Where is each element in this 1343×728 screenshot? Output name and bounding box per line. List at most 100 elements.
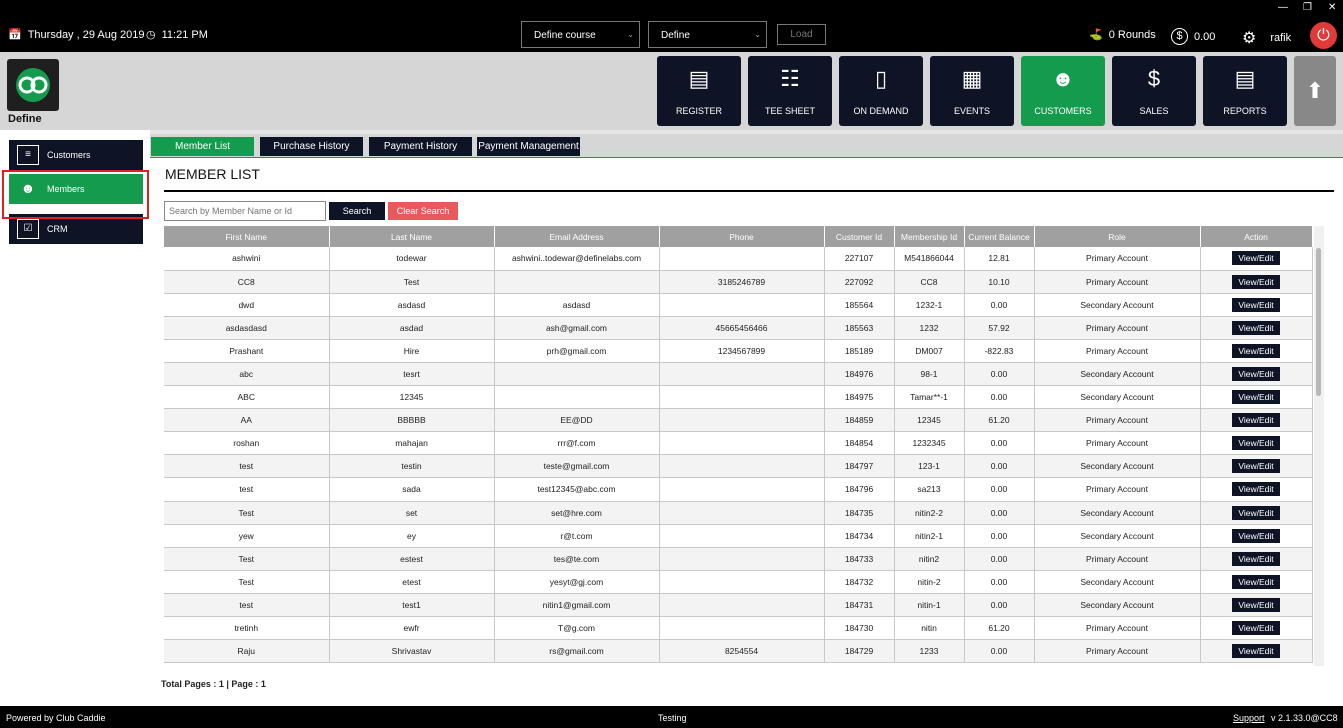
table-cell: 0.00: [964, 570, 1035, 594]
view-edit-button[interactable]: View/Edit: [1232, 597, 1280, 612]
action-cell: View/Edit: [1200, 501, 1313, 525]
table-cell: 0.00: [964, 362, 1035, 387]
power-icon[interactable]: ⏻: [1310, 22, 1337, 49]
view-edit-button[interactable]: View/Edit: [1232, 297, 1280, 312]
column-header[interactable]: Email Address: [494, 226, 660, 247]
footer: Powered by Club Caddie Testing Support v…: [0, 706, 1343, 728]
view-edit-button[interactable]: View/Edit: [1232, 644, 1280, 659]
view-edit-button[interactable]: View/Edit: [1232, 367, 1280, 382]
table-scrollbar[interactable]: [1314, 226, 1324, 666]
table-row[interactable]: abc tesrt 184976 98-1 0.00 Secondary Account V…: [164, 362, 1313, 387]
table-row[interactable]: tretinh ewfr T@g.com 184730 nitin 61.20 Primar…: [164, 616, 1313, 641]
view-edit-button[interactable]: View/Edit: [1232, 343, 1280, 358]
course-select[interactable]: Define course ⌄: [521, 21, 640, 48]
column-header[interactable]: Last Name: [329, 226, 495, 247]
table-row[interactable]: ashwini todewar ashwini..todewar@definelab…: [164, 247, 1313, 271]
table-row[interactable]: Test set set@hre.com 184735 nitin2-2 0.00 Seco…: [164, 501, 1313, 525]
nav-register[interactable]: ▤ REGISTER: [657, 56, 741, 126]
table-row[interactable]: Raju Shrivastav rs@gmail.com 8254554 184729 1…: [164, 639, 1313, 664]
minimize-icon[interactable]: —: [1278, 2, 1288, 13]
column-header[interactable]: Action: [1200, 226, 1313, 247]
table-cell: 184733: [824, 547, 895, 571]
search-input[interactable]: [164, 201, 326, 221]
view-edit-button[interactable]: View/Edit: [1232, 436, 1280, 451]
tab-payment-history[interactable]: Payment History: [369, 137, 472, 156]
tab-payment-management[interactable]: Payment Management: [477, 137, 580, 156]
table-cell: ashwini..todewar@definelabs.com: [494, 247, 660, 271]
view-edit-button[interactable]: View/Edit: [1232, 390, 1280, 405]
table-cell: [494, 270, 660, 294]
page-title: MEMBER LIST: [165, 166, 260, 182]
table-row[interactable]: Test estest tes@te.com 184733 nitin2 0.00 Prim…: [164, 547, 1313, 571]
scrollbar-thumb[interactable]: [1316, 248, 1321, 396]
view-edit-button[interactable]: View/Edit: [1232, 482, 1280, 497]
table-cell: nitin-2: [894, 570, 965, 594]
view-edit-button[interactable]: View/Edit: [1232, 459, 1280, 474]
table-cell: 184859: [824, 408, 895, 433]
tab-member-list[interactable]: Member List: [151, 137, 254, 156]
clear-search-button[interactable]: Clear Search: [388, 202, 458, 220]
table-row[interactable]: test testin teste@gmail.com 184797 123-1 0.00…: [164, 454, 1313, 479]
table-row[interactable]: test sada test12345@abc.com 184796 sa213 0.00…: [164, 477, 1313, 502]
table-cell: DM007: [894, 339, 965, 363]
table-cell: asdad: [329, 316, 495, 340]
table-row[interactable]: ABC 12345 184975 Tamar**-1 0.00 Secondary Acc…: [164, 385, 1313, 410]
view-edit-button[interactable]: View/Edit: [1232, 551, 1280, 566]
column-header[interactable]: Role: [1034, 226, 1201, 247]
table-cell: Primary Account: [1034, 547, 1201, 571]
table-row[interactable]: test test1 nitin1@gmail.com 184731 nitin-1 0.…: [164, 593, 1313, 618]
table-row[interactable]: Test etest yesyt@gj.com 184732 nitin-2 0.00 Se…: [164, 570, 1313, 594]
table-cell: Secondary Account: [1034, 524, 1201, 548]
load-button[interactable]: Load: [777, 24, 826, 45]
clock-icon: ◷: [146, 29, 156, 41]
table-row[interactable]: AA BBBBB EE@DD 184859 12345 61.20 Primary Acco…: [164, 408, 1313, 433]
nav-on-demand[interactable]: ▯ ON DEMAND: [839, 56, 923, 126]
column-header[interactable]: Current Balance: [964, 226, 1035, 247]
view-edit-button[interactable]: View/Edit: [1232, 574, 1280, 589]
support-link[interactable]: Support: [1233, 713, 1265, 723]
view-edit-button[interactable]: View/Edit: [1232, 274, 1280, 289]
table-cell: asdasd: [494, 293, 660, 317]
define-select[interactable]: Define ⌄: [648, 21, 767, 48]
column-header[interactable]: Customer Id: [824, 226, 895, 247]
table-cell: 184975: [824, 385, 895, 410]
table-cell: 0.00: [964, 454, 1035, 479]
column-header[interactable]: First Name: [164, 226, 330, 247]
table-row[interactable]: Prashant Hire prh@gmail.com 1234567899 18518…: [164, 339, 1313, 363]
scroll-up-button[interactable]: ⬆: [1294, 56, 1336, 126]
table-cell: 0.00: [964, 547, 1035, 571]
table-row[interactable]: roshan mahajan rrr@f.com 184854 1232345 0.00 P…: [164, 431, 1313, 456]
view-edit-button[interactable]: View/Edit: [1232, 528, 1280, 543]
tab-purchase-history[interactable]: Purchase History: [260, 137, 363, 156]
close-icon[interactable]: ✕: [1328, 2, 1336, 13]
table-row[interactable]: CC8 Test 3185246789 227092 CC8 10.10 Primary A…: [164, 270, 1313, 294]
view-edit-button[interactable]: View/Edit: [1232, 413, 1280, 428]
nav-sales[interactable]: $ SALES: [1112, 56, 1196, 126]
nav-tee-sheet[interactable]: ☷ TEE SHEET: [748, 56, 832, 126]
sidebar-item-customers[interactable]: ≡ Customers: [9, 140, 143, 170]
table-cell: teste@gmail.com: [494, 454, 660, 479]
search-button[interactable]: Search: [329, 202, 385, 220]
nav-customers[interactable]: ☻ CUSTOMERS: [1021, 56, 1105, 126]
action-cell: View/Edit: [1200, 247, 1313, 271]
table-row[interactable]: dwd asdasd asdasd 185564 1232-1 0.00 Secondary…: [164, 293, 1313, 317]
table-cell: nitin2: [894, 547, 965, 571]
table-row[interactable]: yew ey r@t.com 184734 nitin2-1 0.00 Secondary …: [164, 524, 1313, 548]
column-header[interactable]: Phone: [659, 226, 825, 247]
table-cell: 1233: [894, 639, 965, 664]
nav-events[interactable]: ▦ EVENTS: [930, 56, 1014, 126]
table-row[interactable]: asdasdasd asdad ash@gmail.com 45665456466 18…: [164, 316, 1313, 340]
view-edit-button[interactable]: View/Edit: [1232, 320, 1280, 335]
view-edit-button[interactable]: View/Edit: [1232, 251, 1280, 266]
gear-icon[interactable]: ⚙: [1242, 28, 1256, 48]
restore-icon[interactable]: ❐: [1303, 2, 1312, 13]
view-edit-button[interactable]: View/Edit: [1232, 505, 1280, 520]
nav-reports[interactable]: ▤ REPORTS: [1203, 56, 1287, 126]
view-edit-button[interactable]: View/Edit: [1232, 621, 1280, 636]
action-cell: View/Edit: [1200, 547, 1313, 571]
table-cell: AA: [164, 408, 330, 433]
table-cell: 57.92: [964, 316, 1035, 340]
table-cell: [659, 362, 825, 387]
table-cell: estest: [329, 547, 495, 571]
column-header[interactable]: Membership Id: [894, 226, 965, 247]
